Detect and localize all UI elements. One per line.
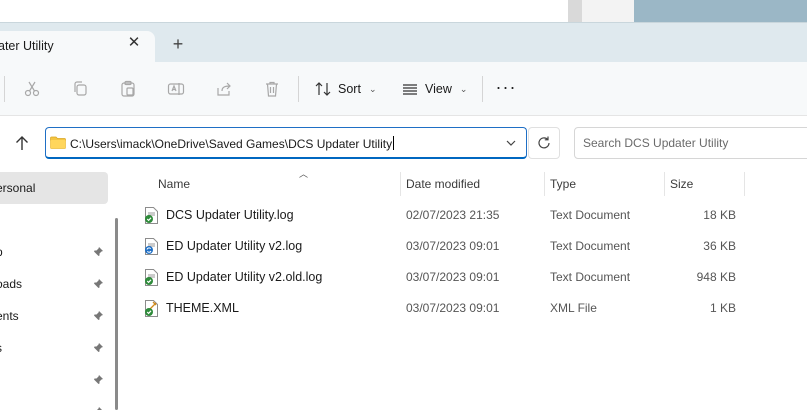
- view-button[interactable]: View ⌄: [401, 76, 467, 102]
- synced-text-file-icon: [145, 269, 158, 286]
- file-type: XML File: [550, 301, 597, 315]
- file-date-modified: 03/07/2023 09:01: [406, 270, 500, 284]
- file-date-modified: 03/07/2023 09:01: [406, 239, 500, 253]
- pin-icon[interactable]: [92, 406, 104, 410]
- synced-text-file-icon: [145, 207, 158, 224]
- view-icon: [403, 84, 417, 95]
- file-type: Text Document: [550, 208, 631, 222]
- file-date-modified: 03/07/2023 09:01: [406, 301, 500, 315]
- column-header-name[interactable]: Name ︿: [152, 169, 400, 198]
- text-caret: [393, 136, 395, 150]
- file-row[interactable]: THEME.XML 03/07/2023 09:01 XML File 1 KB: [140, 293, 760, 323]
- pin-icon[interactable]: [92, 374, 104, 386]
- address-bar[interactable]: C:\Users\imack\OneDrive\Saved Games\DCS …: [45, 127, 527, 159]
- file-type: Text Document: [550, 239, 631, 253]
- address-row: C:\Users\imack\OneDrive\Saved Games\DCS …: [0, 116, 807, 170]
- sort-button[interactable]: Sort ⌄: [314, 76, 376, 102]
- command-bar: Sort ⌄ View ⌄ ···: [0, 62, 807, 116]
- sort-label: Sort: [338, 82, 361, 96]
- file-row[interactable]: ED Updater Utility v2.old.log 03/07/2023…: [140, 262, 760, 292]
- cut-icon[interactable]: [21, 78, 43, 100]
- navigation-pane: ersonal p oads ents s: [0, 170, 118, 410]
- paste-icon[interactable]: [117, 78, 139, 100]
- chevron-down-icon: ⌄: [368, 83, 377, 94]
- file-size: 36 KB: [703, 239, 736, 253]
- sidebar-item-label: oads: [0, 277, 23, 291]
- background-divider: [568, 0, 582, 22]
- refresh-button[interactable]: [528, 127, 560, 159]
- sidebar-item-documents[interactable]: ents: [0, 300, 108, 332]
- sidebar-scrollbar[interactable]: [115, 218, 118, 410]
- toolbar-divider: [298, 76, 299, 102]
- synced-xml-file-icon: [145, 300, 158, 317]
- sort-ascending-icon: ︿: [299, 169, 309, 179]
- sidebar-item-label: ersonal: [0, 181, 36, 195]
- file-row[interactable]: ED Updater Utility v2.log 03/07/2023 09:…: [140, 231, 760, 261]
- close-tab-icon[interactable]: ✕: [126, 35, 142, 51]
- column-divider[interactable]: [744, 172, 745, 196]
- sidebar-item-downloads[interactable]: oads: [0, 268, 108, 300]
- sort-icon: [315, 82, 331, 96]
- file-row[interactable]: DCS Updater Utility.log 02/07/2023 21:35…: [140, 200, 760, 230]
- column-header-type[interactable]: Type: [544, 170, 664, 198]
- rename-icon[interactable]: [165, 78, 187, 100]
- share-icon[interactable]: [213, 78, 235, 100]
- sidebar-item-label: p: [0, 245, 3, 259]
- file-size: 18 KB: [703, 208, 736, 222]
- column-header-label: Name: [158, 177, 191, 191]
- sidebar-item-label: s: [0, 341, 2, 355]
- file-name: DCS Updater Utility.log: [166, 208, 294, 222]
- file-name: ED Updater Utility v2.old.log: [166, 270, 323, 284]
- address-path[interactable]: C:\Users\imack\OneDrive\Saved Games\DCS …: [70, 136, 395, 151]
- desktop-background: [634, 0, 807, 22]
- column-header-date-modified[interactable]: Date modified: [400, 170, 544, 198]
- background-panel: [582, 0, 634, 22]
- tab-title: ater Utility: [0, 39, 54, 53]
- file-type: Text Document: [550, 270, 631, 284]
- pin-icon[interactable]: [92, 342, 104, 354]
- chevron-down-icon[interactable]: [504, 136, 518, 150]
- copy-icon[interactable]: [69, 78, 91, 100]
- refresh-icon: [538, 136, 550, 149]
- file-list: Name ︿ Date modified Type Size DCS Updat…: [124, 169, 807, 410]
- file-name: ED Updater Utility v2.log: [166, 239, 303, 253]
- toolbar-divider: [482, 76, 483, 102]
- search-box[interactable]: [574, 127, 807, 159]
- syncing-text-file-icon: [145, 238, 158, 255]
- column-header-label: Date modified: [406, 177, 481, 191]
- tab-bar: ater Utility ✕ +: [0, 22, 807, 63]
- file-size: 1 KB: [709, 301, 736, 315]
- sidebar-item-label: ents: [0, 309, 19, 323]
- toolbar-divider: [4, 76, 5, 102]
- address-path-text: C:\Users\imack\OneDrive\Saved Games\DCS …: [70, 137, 393, 151]
- sidebar-item-videos[interactable]: [0, 396, 108, 410]
- sidebar-item-pictures[interactable]: s: [0, 332, 108, 364]
- column-header-label: Type: [550, 177, 577, 191]
- sidebar-item-desktop[interactable]: p: [0, 236, 108, 268]
- file-size: 948 KB: [696, 270, 736, 284]
- view-label: View: [425, 82, 452, 96]
- delete-icon[interactable]: [261, 78, 283, 100]
- column-header-label: Size: [670, 177, 694, 191]
- column-header-size[interactable]: Size: [664, 170, 744, 198]
- pin-icon[interactable]: [92, 310, 104, 322]
- file-name: THEME.XML: [166, 301, 239, 315]
- sidebar-item-music[interactable]: [0, 364, 108, 396]
- tab-dcs-updater-utility[interactable]: ater Utility ✕: [0, 31, 155, 63]
- folder-icon: [50, 136, 66, 149]
- file-date-modified: 02/07/2023 21:35: [406, 208, 500, 222]
- chevron-down-icon: ⌄: [459, 83, 468, 94]
- pin-icon[interactable]: [92, 278, 104, 290]
- more-options-button[interactable]: ···: [495, 76, 517, 102]
- sidebar-item-onedrive-personal[interactable]: ersonal: [0, 172, 108, 204]
- new-tab-button[interactable]: +: [169, 35, 187, 53]
- up-arrow-icon[interactable]: [12, 133, 32, 153]
- search-input[interactable]: [583, 135, 803, 151]
- background-window-strip: [0, 0, 807, 22]
- pin-icon[interactable]: [92, 246, 104, 258]
